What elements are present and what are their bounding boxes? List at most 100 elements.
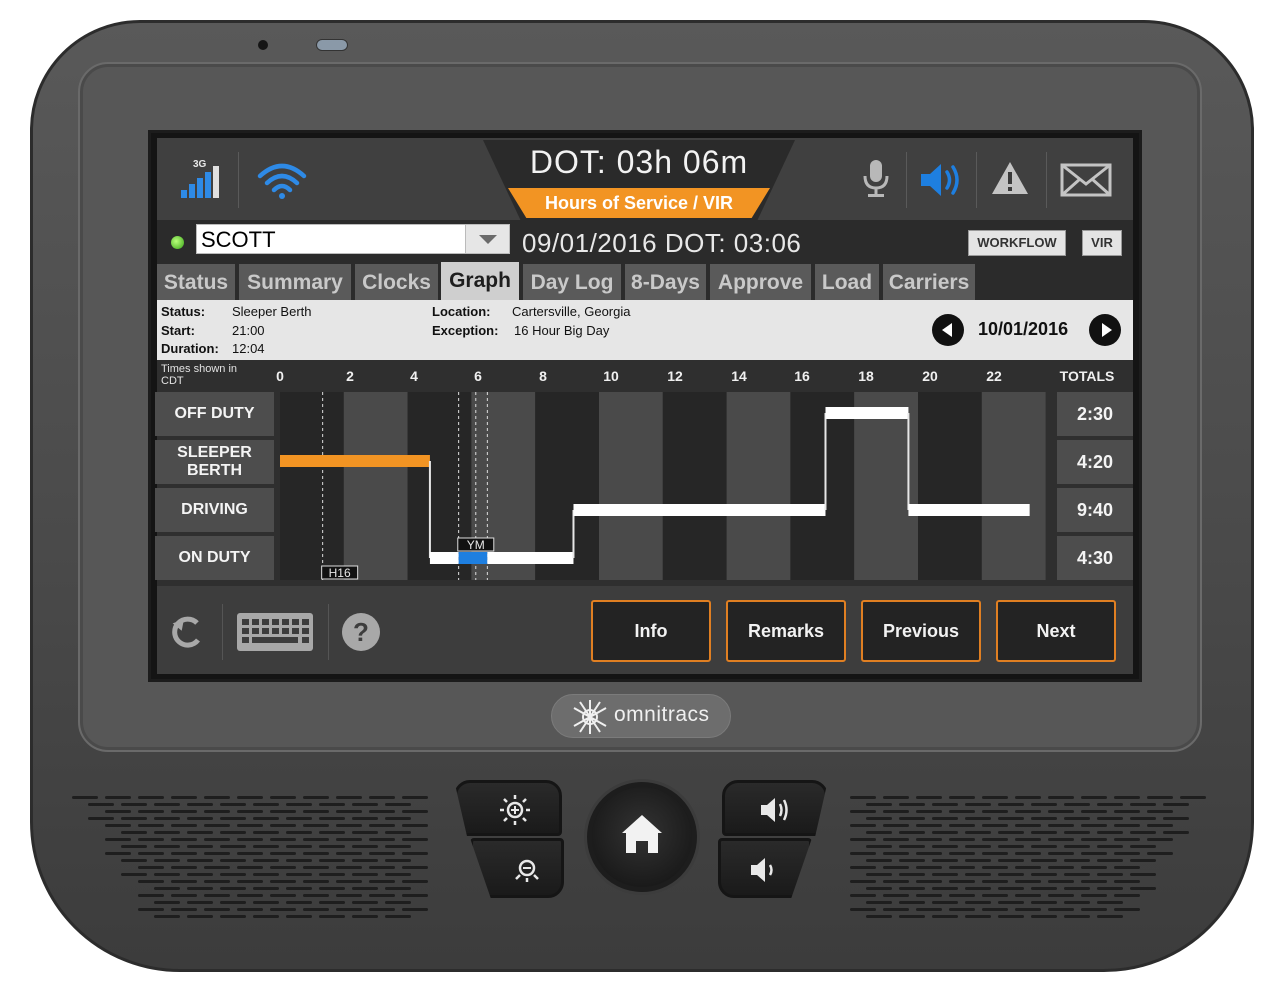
grille-slot	[303, 810, 329, 813]
grille-slot	[154, 915, 180, 918]
grille-slot	[105, 852, 131, 855]
duty-segment	[908, 504, 1030, 516]
grille-slot	[1048, 838, 1074, 841]
hour-band	[535, 392, 599, 580]
grille-slot	[270, 880, 296, 883]
grille-slot	[899, 859, 925, 862]
grille-slot	[352, 859, 378, 862]
grille-slot	[72, 796, 98, 799]
grille-slot	[171, 866, 197, 869]
grille-slot	[949, 796, 975, 799]
grille-slot	[220, 803, 246, 806]
grille-slot	[385, 873, 411, 876]
grille-slot	[850, 894, 876, 897]
grille-slot	[899, 817, 925, 820]
grille-slot	[319, 873, 345, 876]
previous-button[interactable]: Previous	[861, 600, 981, 662]
grille-slot	[932, 845, 958, 848]
grille-slot	[866, 859, 892, 862]
grille-slot	[932, 831, 958, 834]
grille-slot	[1048, 796, 1074, 799]
grille-slot	[1114, 810, 1140, 813]
grille-slot	[998, 817, 1024, 820]
hour-band	[599, 392, 663, 580]
grille-slot	[138, 810, 164, 813]
grille-slot	[850, 908, 876, 911]
grille-slot	[336, 908, 362, 911]
grille-slot	[369, 852, 395, 855]
hour-bands	[280, 392, 1046, 580]
grille-slot	[1031, 887, 1057, 890]
grille-slot	[998, 831, 1024, 834]
grille-slot	[220, 915, 246, 918]
grille-slot	[187, 803, 213, 806]
brightness-up-key[interactable]	[454, 780, 562, 836]
grille-slot	[220, 817, 246, 820]
brand-logo-text: omnitracs	[614, 703, 710, 726]
grille-slot	[303, 908, 329, 911]
grille-slot	[1114, 880, 1140, 883]
grille-slot	[998, 873, 1024, 876]
grille-slot	[998, 859, 1024, 862]
refresh-icon[interactable]	[168, 612, 208, 652]
info-button[interactable]: Info	[591, 600, 711, 662]
grille-slot	[932, 901, 958, 904]
grille-slot	[982, 796, 1008, 799]
grille-slot	[402, 894, 428, 897]
grille-slot	[402, 852, 428, 855]
duty-segment	[458, 552, 488, 564]
grille-slot	[220, 845, 246, 848]
grille-slot	[916, 810, 942, 813]
grille-slot	[121, 817, 147, 820]
grille-slot	[270, 908, 296, 911]
grille-slot	[899, 887, 925, 890]
grille-slot	[883, 852, 909, 855]
keyboard-icon[interactable]	[236, 612, 314, 652]
grille-slot	[154, 859, 180, 862]
hour-band	[280, 392, 344, 580]
next-button[interactable]: Next	[996, 600, 1116, 662]
grille-slot	[319, 803, 345, 806]
grille-slot	[303, 866, 329, 869]
grille-slot	[1097, 831, 1123, 834]
grille-slot	[187, 859, 213, 862]
grille-slot	[336, 880, 362, 883]
duty-segment	[280, 455, 430, 467]
grille-slot	[121, 859, 147, 862]
help-icon[interactable]: ?	[341, 612, 381, 652]
grille-slot	[883, 838, 909, 841]
remarks-button[interactable]: Remarks	[726, 600, 846, 662]
volume-up-key[interactable]	[722, 780, 828, 836]
grille-slot	[237, 796, 263, 799]
grille-slot	[352, 817, 378, 820]
grille-slot	[286, 873, 312, 876]
grille-slot	[303, 796, 329, 799]
grille-slot	[850, 880, 876, 883]
grille-slot	[253, 845, 279, 848]
grille-slot	[1114, 852, 1140, 855]
svg-text:?: ?	[353, 617, 369, 647]
grille-slot	[916, 894, 942, 897]
duty-segment	[487, 552, 574, 564]
hour-band	[343, 392, 408, 580]
grille-slot	[187, 915, 213, 918]
grille-slot	[270, 852, 296, 855]
grille-slot	[204, 838, 230, 841]
grille-slot	[270, 894, 296, 897]
grille-slot	[402, 810, 428, 813]
grille-slot	[1015, 894, 1041, 897]
home-key[interactable]	[587, 782, 697, 892]
grille-slot	[866, 803, 892, 806]
duty-segment	[573, 504, 826, 516]
hour-band	[662, 392, 727, 580]
hour-band	[407, 392, 472, 580]
total-on-duty: 4:30	[1057, 536, 1133, 580]
grille-slot	[1147, 810, 1173, 813]
total-off-duty: 2:30	[1057, 392, 1133, 436]
grille-slot	[187, 845, 213, 848]
grille-slot	[154, 901, 180, 904]
grille-slot	[286, 915, 312, 918]
grille-slot	[352, 915, 378, 918]
grille-slot	[965, 817, 991, 820]
grille-slot	[1130, 803, 1156, 806]
